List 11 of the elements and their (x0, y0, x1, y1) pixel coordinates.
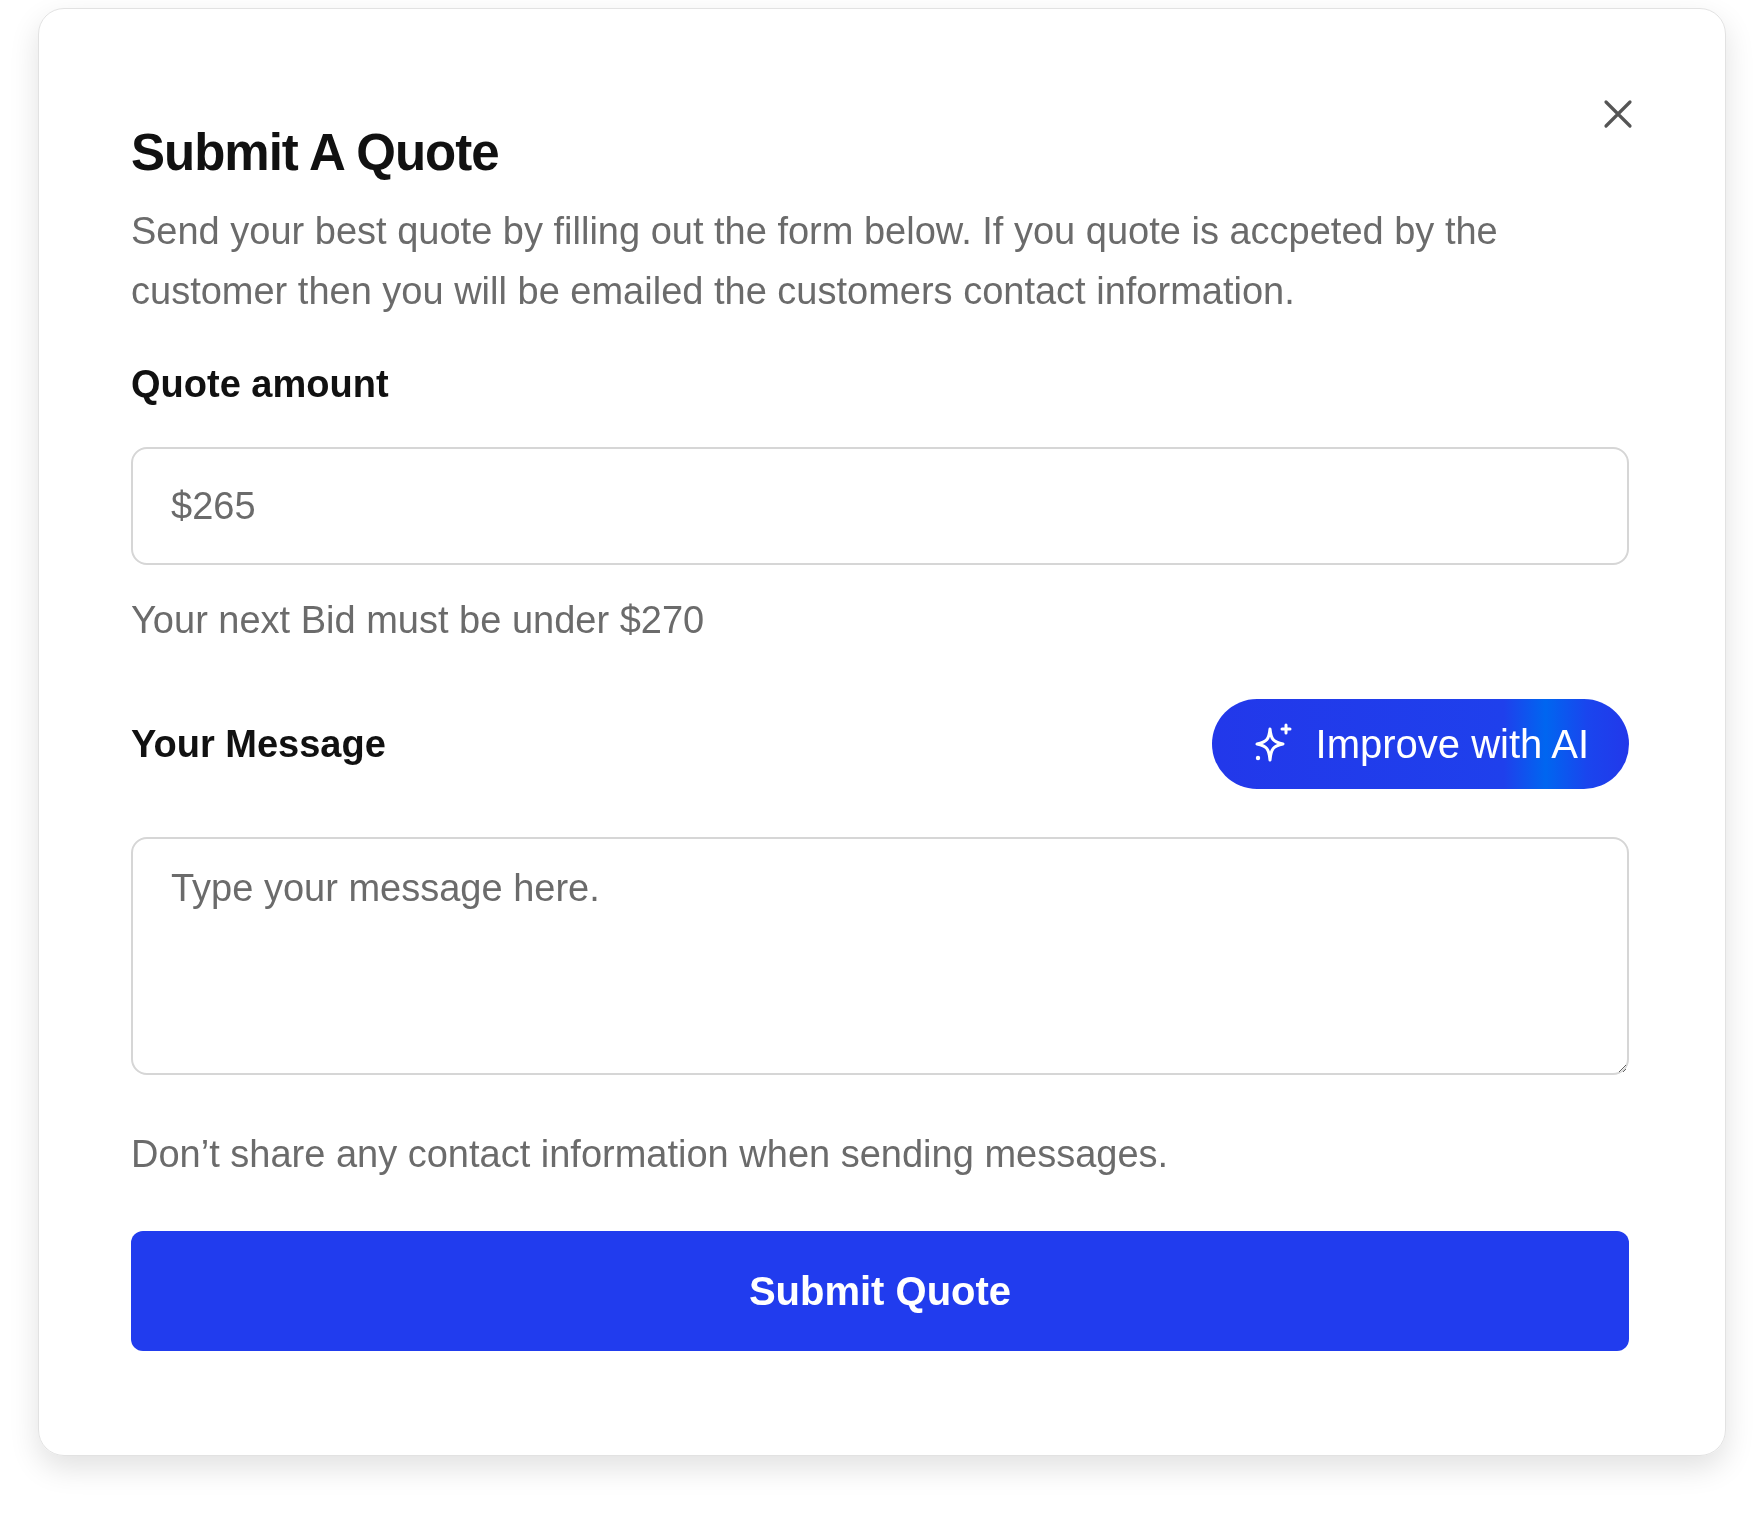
field-label: Your Message (131, 722, 386, 767)
improve-button[interactable]: Improve with AI (1211, 699, 1629, 789)
field-label: Quote amount (131, 362, 390, 407)
submit-button[interactable]: Submit Quote (131, 1231, 1629, 1351)
message-field[interactable]: Type your message here. (131, 837, 1629, 1075)
dialog-title: Submit A Quote (131, 123, 499, 183)
close-icon (1603, 99, 1633, 129)
hint-text: Don’t share any contact information when sending messages. (131, 1132, 1170, 1177)
input-field[interactable]: $265 (131, 447, 1629, 565)
dialog-description: Send your best quote by filling out the form below. If you quote is accpeted by the customer then you will be emailed the customers contact information. (131, 209, 1499, 314)
hint-text: Your next Bid must be under $270 (131, 598, 706, 643)
